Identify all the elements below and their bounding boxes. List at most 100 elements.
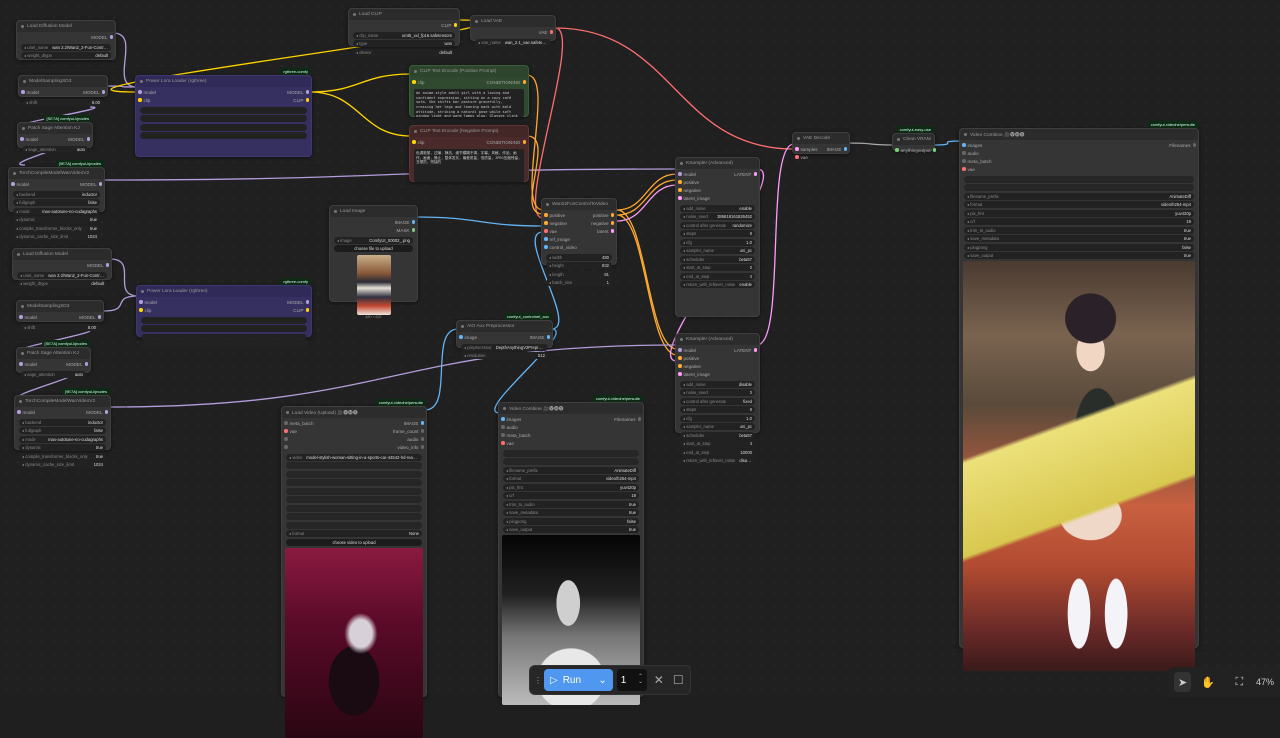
input-slot[interactable]: clip (412, 80, 424, 85)
input-slot[interactable]: clip (412, 140, 424, 145)
output-pin-icon[interactable] (101, 90, 105, 94)
input-slot[interactable]: model (21, 90, 39, 95)
empty-widget[interactable] (286, 462, 422, 469)
widget-control-after-generate[interactable]: ◂ control after generate fixed (680, 397, 755, 405)
input-pin-icon[interactable] (962, 151, 966, 155)
widget-batch-size[interactable]: ◂ batch_size 1 (546, 279, 612, 286)
output-pin-icon[interactable] (305, 308, 309, 312)
output-slot[interactable]: video_info (398, 445, 424, 450)
input-slot[interactable]: meta_batch (501, 433, 531, 438)
input-pin-icon[interactable] (501, 417, 505, 421)
drag-handle-icon[interactable]: ⋮ (534, 676, 542, 685)
output-pin-icon[interactable] (420, 421, 424, 425)
input-slot[interactable]: model (19, 362, 37, 367)
output-slot[interactable]: MODEL (66, 362, 88, 367)
input-slot[interactable]: positive (678, 180, 699, 185)
input-slot[interactable]: image (459, 335, 477, 340)
input-slot[interactable]: model (19, 315, 37, 320)
node-title-bar[interactable]: KSampler (Advanced) (676, 158, 759, 169)
output-slot[interactable]: MODEL (287, 90, 309, 95)
input-pin-icon[interactable] (678, 364, 682, 368)
empty-widget[interactable] (964, 175, 1194, 183)
widget-pingpong[interactable]: ◂ pingpong false (964, 243, 1194, 251)
collapse-dot-icon[interactable] (21, 305, 24, 308)
node-tc2[interactable]: TorchCompileModelWanVideoV2 [9E7A] comfyu… (14, 388, 111, 468)
input-pin-icon[interactable] (895, 148, 899, 152)
collapse-dot-icon[interactable] (680, 338, 683, 341)
output-pin-icon[interactable] (843, 147, 847, 151)
output-slot[interactable]: MODEL (287, 300, 309, 305)
node-title-bar[interactable]: KSampler (Advanced) (676, 334, 759, 345)
queue-count-stepper[interactable]: 1 ⌃ ⌄ (616, 669, 648, 691)
widget-pix-fmt[interactable]: ◂ pix_fmt yuv420p (503, 483, 639, 491)
node-title-bar[interactable]: Load Diffusion Model (13, 249, 111, 260)
widget-resolution[interactable]: ◂ resolution 512 (461, 352, 548, 359)
widget-trim-to-audio[interactable]: ◂ trim_to_audio true (964, 226, 1194, 234)
collapse-dot-icon[interactable] (13, 172, 16, 175)
chevron-down-icon[interactable]: ⌄ (598, 675, 606, 686)
output-pin-icon[interactable] (522, 80, 526, 84)
node-title-bar[interactable]: ModelSamplingSD3 (17, 301, 103, 312)
output-slot[interactable]: MASK (396, 228, 415, 233)
widget-mode[interactable]: ◂ mode max-autotune-no-cudagraphs (13, 207, 100, 215)
input-pin-icon[interactable] (544, 229, 548, 233)
input-slot[interactable]: model (20, 137, 38, 142)
input-slot[interactable]: positive (544, 213, 565, 218)
input-pin-icon[interactable] (412, 140, 416, 144)
collapse-dot-icon[interactable] (546, 203, 549, 206)
node-title-bar[interactable]: CLIP Text Encode (Negative Prompt) (410, 126, 528, 137)
widget-video[interactable]: ◂ video model-stylish-woman-sitting-in-a-… (286, 453, 422, 461)
output-slot[interactable]: Filenames (614, 417, 641, 422)
node-psa2[interactable]: Patch Sage Attention KJ [SE7A] comfyui-kj… (16, 340, 91, 378)
widget-start-at-step[interactable]: ◂ start_at_step 4 (680, 440, 755, 447)
widget-lora-slot[interactable] (140, 106, 307, 114)
input-pin-icon[interactable] (19, 362, 23, 366)
widget-preprocessor[interactable]: ◂ preprocessorDepthAnythingV2Preprocesso… (461, 343, 548, 351)
output-slot[interactable]: MODEL (79, 315, 101, 320)
zoom-level[interactable]: 47% (1256, 677, 1274, 687)
output-slot[interactable]: IMAGE (530, 335, 550, 340)
node-title-bar[interactable]: AIO Aux Preprocessor (457, 321, 552, 332)
output-pin-icon[interactable] (305, 98, 309, 102)
output-pin-icon[interactable] (105, 263, 109, 267)
output-pin-icon[interactable] (610, 221, 614, 225)
collapse-dot-icon[interactable] (353, 13, 356, 16)
hand-icon[interactable]: ✋ (1199, 672, 1216, 692)
output-pin-icon[interactable] (610, 213, 614, 217)
input-pin-icon[interactable] (138, 98, 142, 102)
widget-scheduler[interactable]: ◂ scheduler beta57 (680, 431, 755, 439)
output-pin-icon[interactable] (420, 445, 424, 449)
widget-dynamic-cache-size-limit[interactable]: ◂ dynamic_cache_size_limit 1024 (13, 233, 100, 240)
node-pll1[interactable]: Power Lora Loader (rgthree) rgthree-comfy… (135, 68, 312, 157)
input-pin-icon[interactable] (139, 308, 143, 312)
widget-clip-name[interactable]: ◂ clip_name umt5_xxl_fp16.safetensors (353, 31, 455, 39)
node-neg[interactable]: CLIP Text Encode (Negative Prompt) clip CO… (409, 125, 529, 182)
widget-format[interactable]: ◂ format None (286, 530, 422, 537)
node-limg[interactable]: Load Image IMAGE MASK ◂ image ComfyUI_00002_… (329, 205, 418, 319)
collapse-dot-icon[interactable] (680, 162, 683, 165)
empty-widget[interactable] (286, 513, 422, 520)
input-slot[interactable]: anything (895, 148, 918, 153)
collapse-dot-icon[interactable] (461, 325, 464, 328)
input-pin-icon[interactable] (795, 155, 799, 159)
output-slot[interactable]: Filenames (1169, 143, 1196, 148)
input-slot[interactable]: images (962, 143, 982, 148)
node-clip[interactable]: Load CLIP CLIP ◂ clip_name umt5_xxl_fp16.sa… (348, 8, 460, 56)
input-pin-icon[interactable] (17, 410, 21, 414)
input-slot[interactable]: model (139, 300, 157, 305)
output-pin-icon[interactable] (84, 362, 88, 366)
input-pin-icon[interactable] (412, 80, 416, 84)
input-slot[interactable]: control_video (544, 245, 577, 250)
widget-lora-slot[interactable] (141, 342, 307, 349)
widget-filename-prefix[interactable]: ◂ filename_prefix AnimateDiff (964, 192, 1194, 200)
output-pin-icon[interactable] (549, 30, 553, 34)
input-slot[interactable]: images (501, 417, 521, 422)
upload-button[interactable]: choose file to upload (334, 245, 413, 252)
widget-weight-dtype[interactable]: ◂ weight_dtype default (17, 280, 107, 287)
pointer-icon[interactable]: ➤ (1174, 672, 1192, 692)
widget-device[interactable]: ◂ device default (353, 48, 455, 56)
input-pin-icon[interactable] (962, 167, 966, 171)
widget-crf[interactable]: ◂ crf 19 (503, 492, 639, 499)
collapse-dot-icon[interactable] (17, 253, 20, 256)
output-slot[interactable]: LATENT (734, 348, 757, 353)
